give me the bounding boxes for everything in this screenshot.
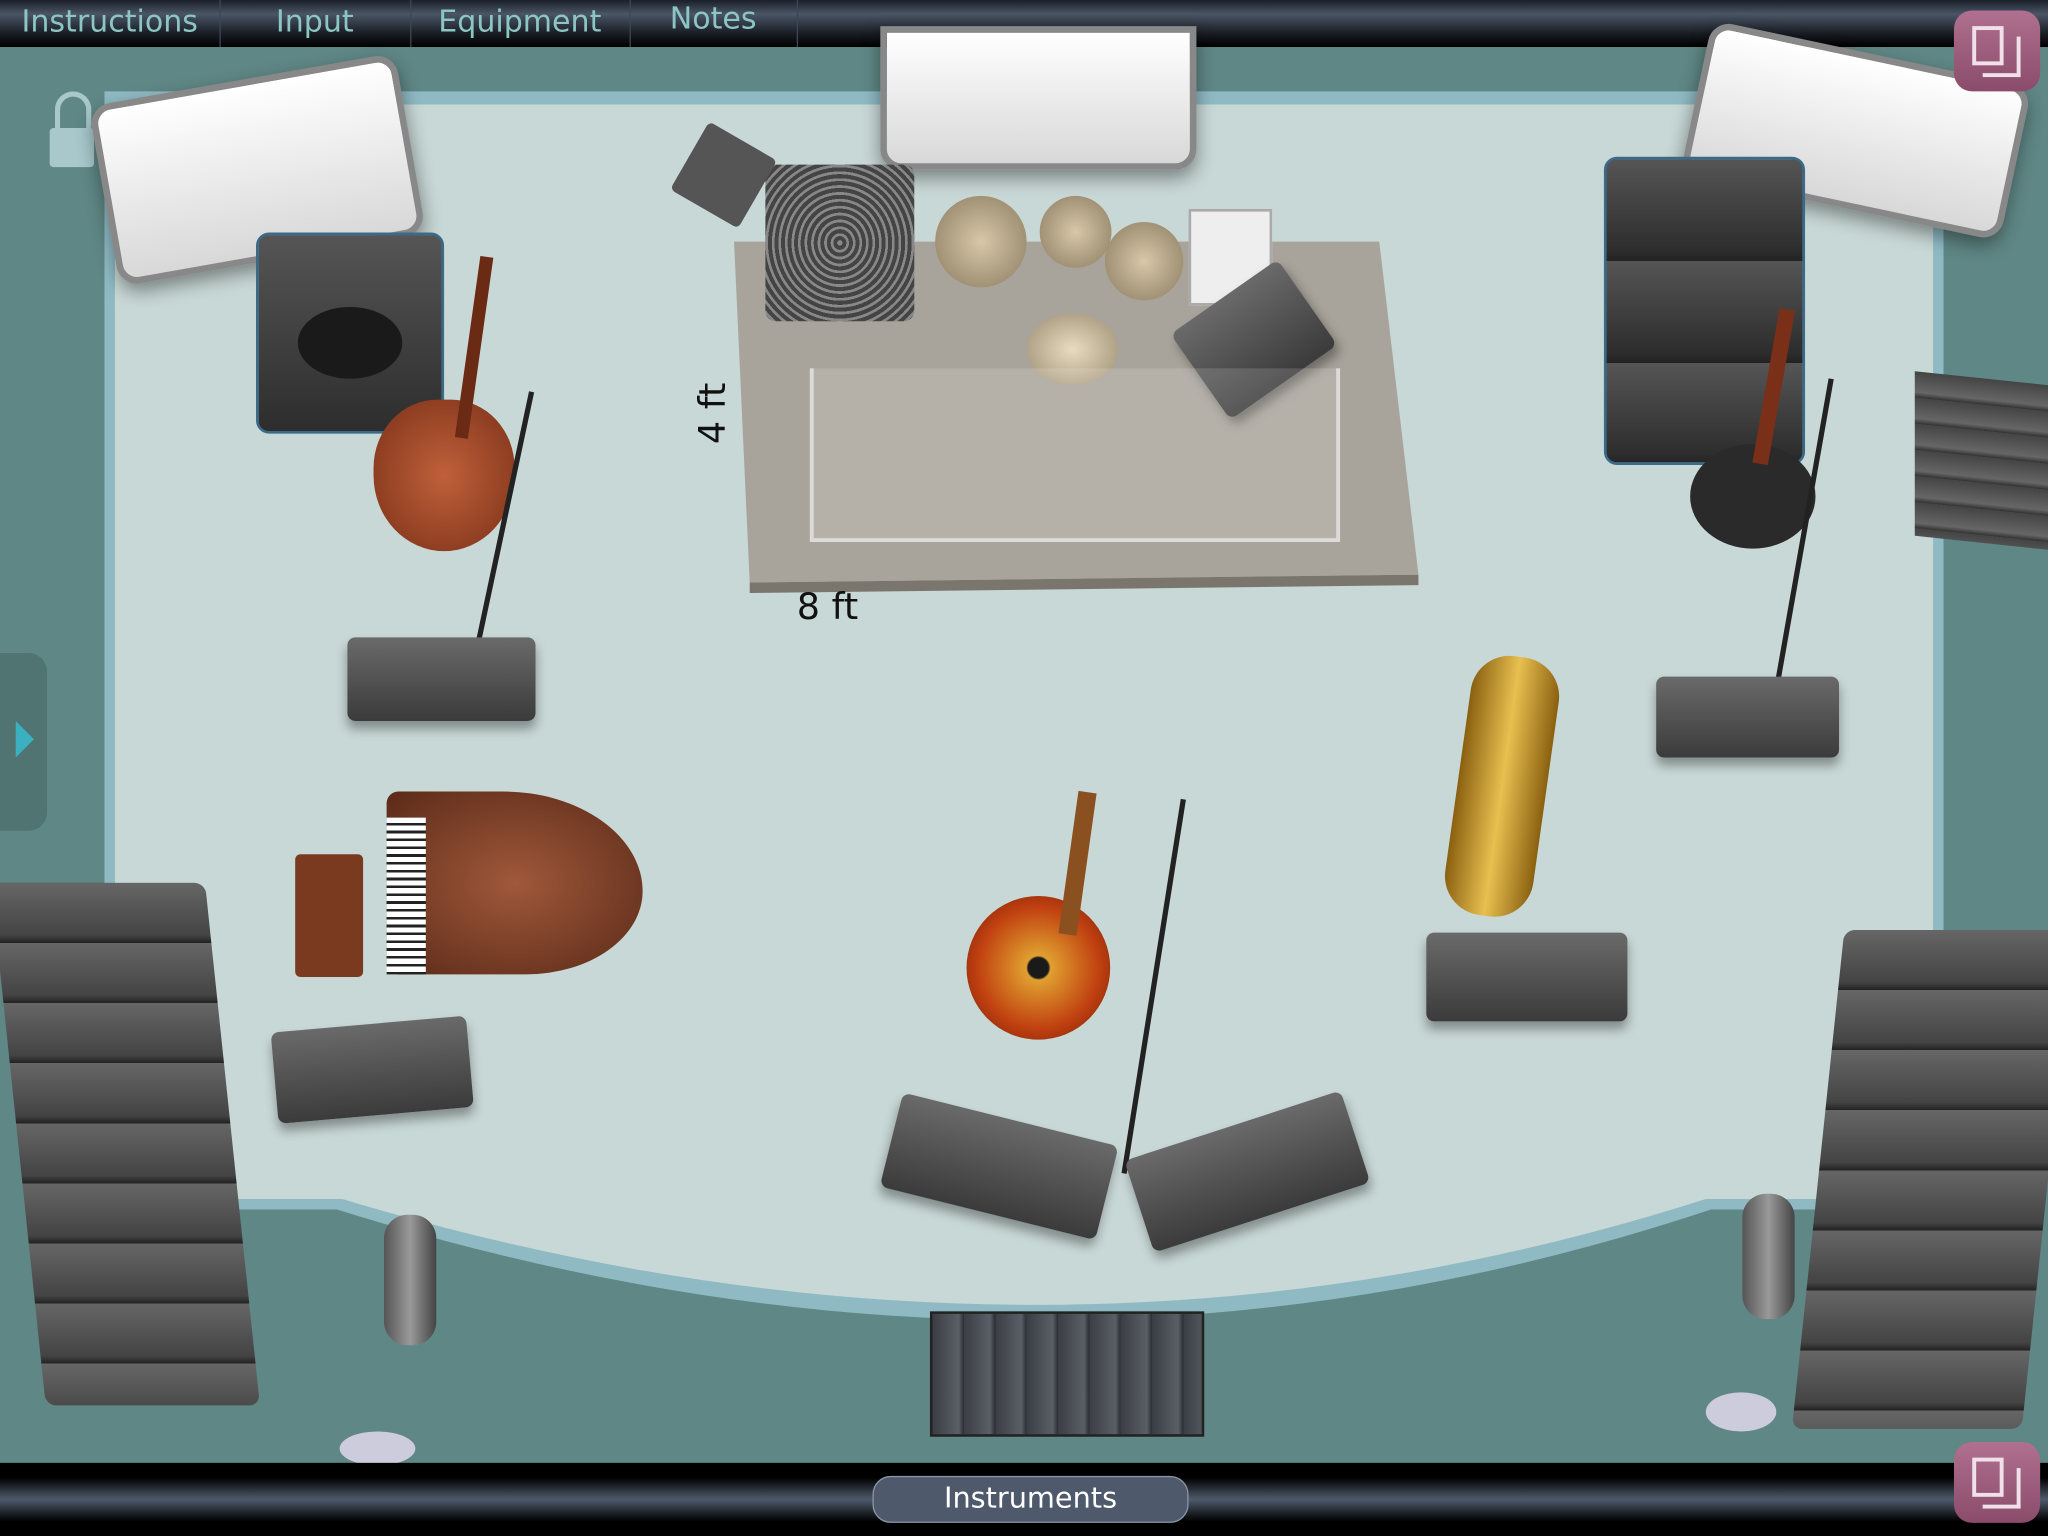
stage-plot-app: Instructions Input Equipment Notes 4 ft … [0,0,2048,1536]
side-drawer-handle[interactable] [0,653,48,831]
mic-stand-base [1705,1392,1777,1432]
stage-monitor[interactable] [270,1015,474,1124]
resize-icon[interactable] [1953,1441,2041,1523]
tab-instructions[interactable]: Instructions [0,0,221,48]
mic-stand-base [339,1431,416,1466]
stage-monitor[interactable] [1426,932,1628,1022]
tab-notes[interactable]: Notes [630,0,799,48]
tab-input[interactable]: Input [219,0,412,48]
resize-icon[interactable] [1953,10,2041,92]
tab-equipment[interactable]: Equipment [410,0,631,48]
acoustic-guitar[interactable] [966,790,1113,1040]
wireless-mic[interactable] [1742,1193,1795,1320]
riser-width-label: 8 ft [796,585,859,629]
drum-shield[interactable] [809,368,1341,543]
stage-monitor[interactable] [1656,676,1840,758]
drum-kit[interactable] [922,170,1196,392]
wireless-mic[interactable] [383,1214,437,1346]
drum-amp[interactable] [765,164,915,322]
mixing-console[interactable] [929,1311,1205,1437]
riser-depth-label: 4 ft [690,382,735,445]
stage-light[interactable] [880,26,1197,170]
stage-monitor[interactable] [347,637,536,721]
instruments-button[interactable]: Instruments [872,1475,1189,1523]
double-bass[interactable] [373,255,518,554]
expand-arrow-icon [15,720,34,758]
lock-icon[interactable] [49,91,95,168]
keyboard-rack[interactable] [1914,371,2048,551]
piano-bench[interactable] [295,854,364,977]
